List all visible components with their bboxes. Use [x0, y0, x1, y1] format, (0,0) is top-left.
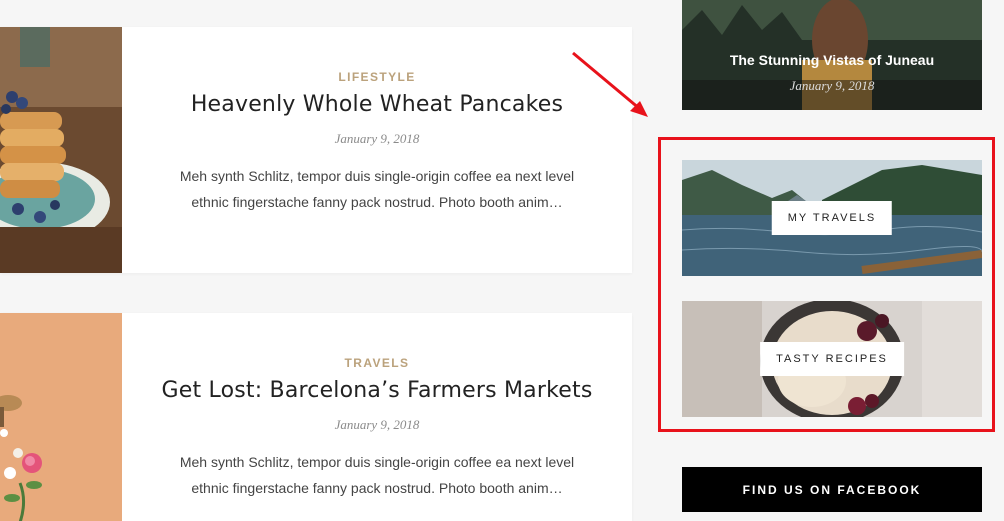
post-date: January 9, 2018 [334, 131, 420, 146]
featured-post-date: January 9, 2018 [789, 78, 875, 93]
find-us-on-facebook-button[interactable]: FIND US ON FACEBOOK [682, 467, 982, 512]
featured-post-title[interactable]: The Stunning Vistas of Juneau [682, 52, 982, 68]
pancakes-image[interactable] [0, 27, 122, 273]
annotation-arrow-icon [572, 51, 648, 117]
post-excerpt: Meh synth Schlitz, tempor duis single-or… [179, 168, 575, 210]
featured-post-card[interactable]: The Stunning Vistas of Juneau January 9,… [682, 0, 982, 110]
post-title[interactable]: Get Lost: Barcelona’s Farmers Markets [122, 378, 632, 403]
post-category[interactable]: TRAVELS [122, 356, 632, 370]
post-title[interactable]: Heavenly Whole Wheat Pancakes [122, 92, 632, 117]
flowers-image[interactable] [0, 313, 122, 521]
my-travels-banner[interactable]: MY TRAVELS [682, 160, 982, 276]
post-date: January 9, 2018 [334, 417, 420, 432]
post-category[interactable]: LIFESTYLE [122, 70, 632, 84]
post-card[interactable]: LIFESTYLE Heavenly Whole Wheat Pancakes … [0, 27, 632, 273]
banner-label[interactable]: MY TRAVELS [771, 201, 893, 235]
post-card[interactable]: TRAVELS Get Lost: Barcelona’s Farmers Ma… [0, 313, 632, 521]
post-excerpt: Meh synth Schlitz, tempor duis single-or… [179, 454, 575, 496]
blog-page: LIFESTYLE Heavenly Whole Wheat Pancakes … [0, 0, 1004, 521]
banner-label[interactable]: TASTY RECIPES [760, 342, 904, 376]
tasty-recipes-banner[interactable]: TASTY RECIPES [682, 301, 982, 417]
